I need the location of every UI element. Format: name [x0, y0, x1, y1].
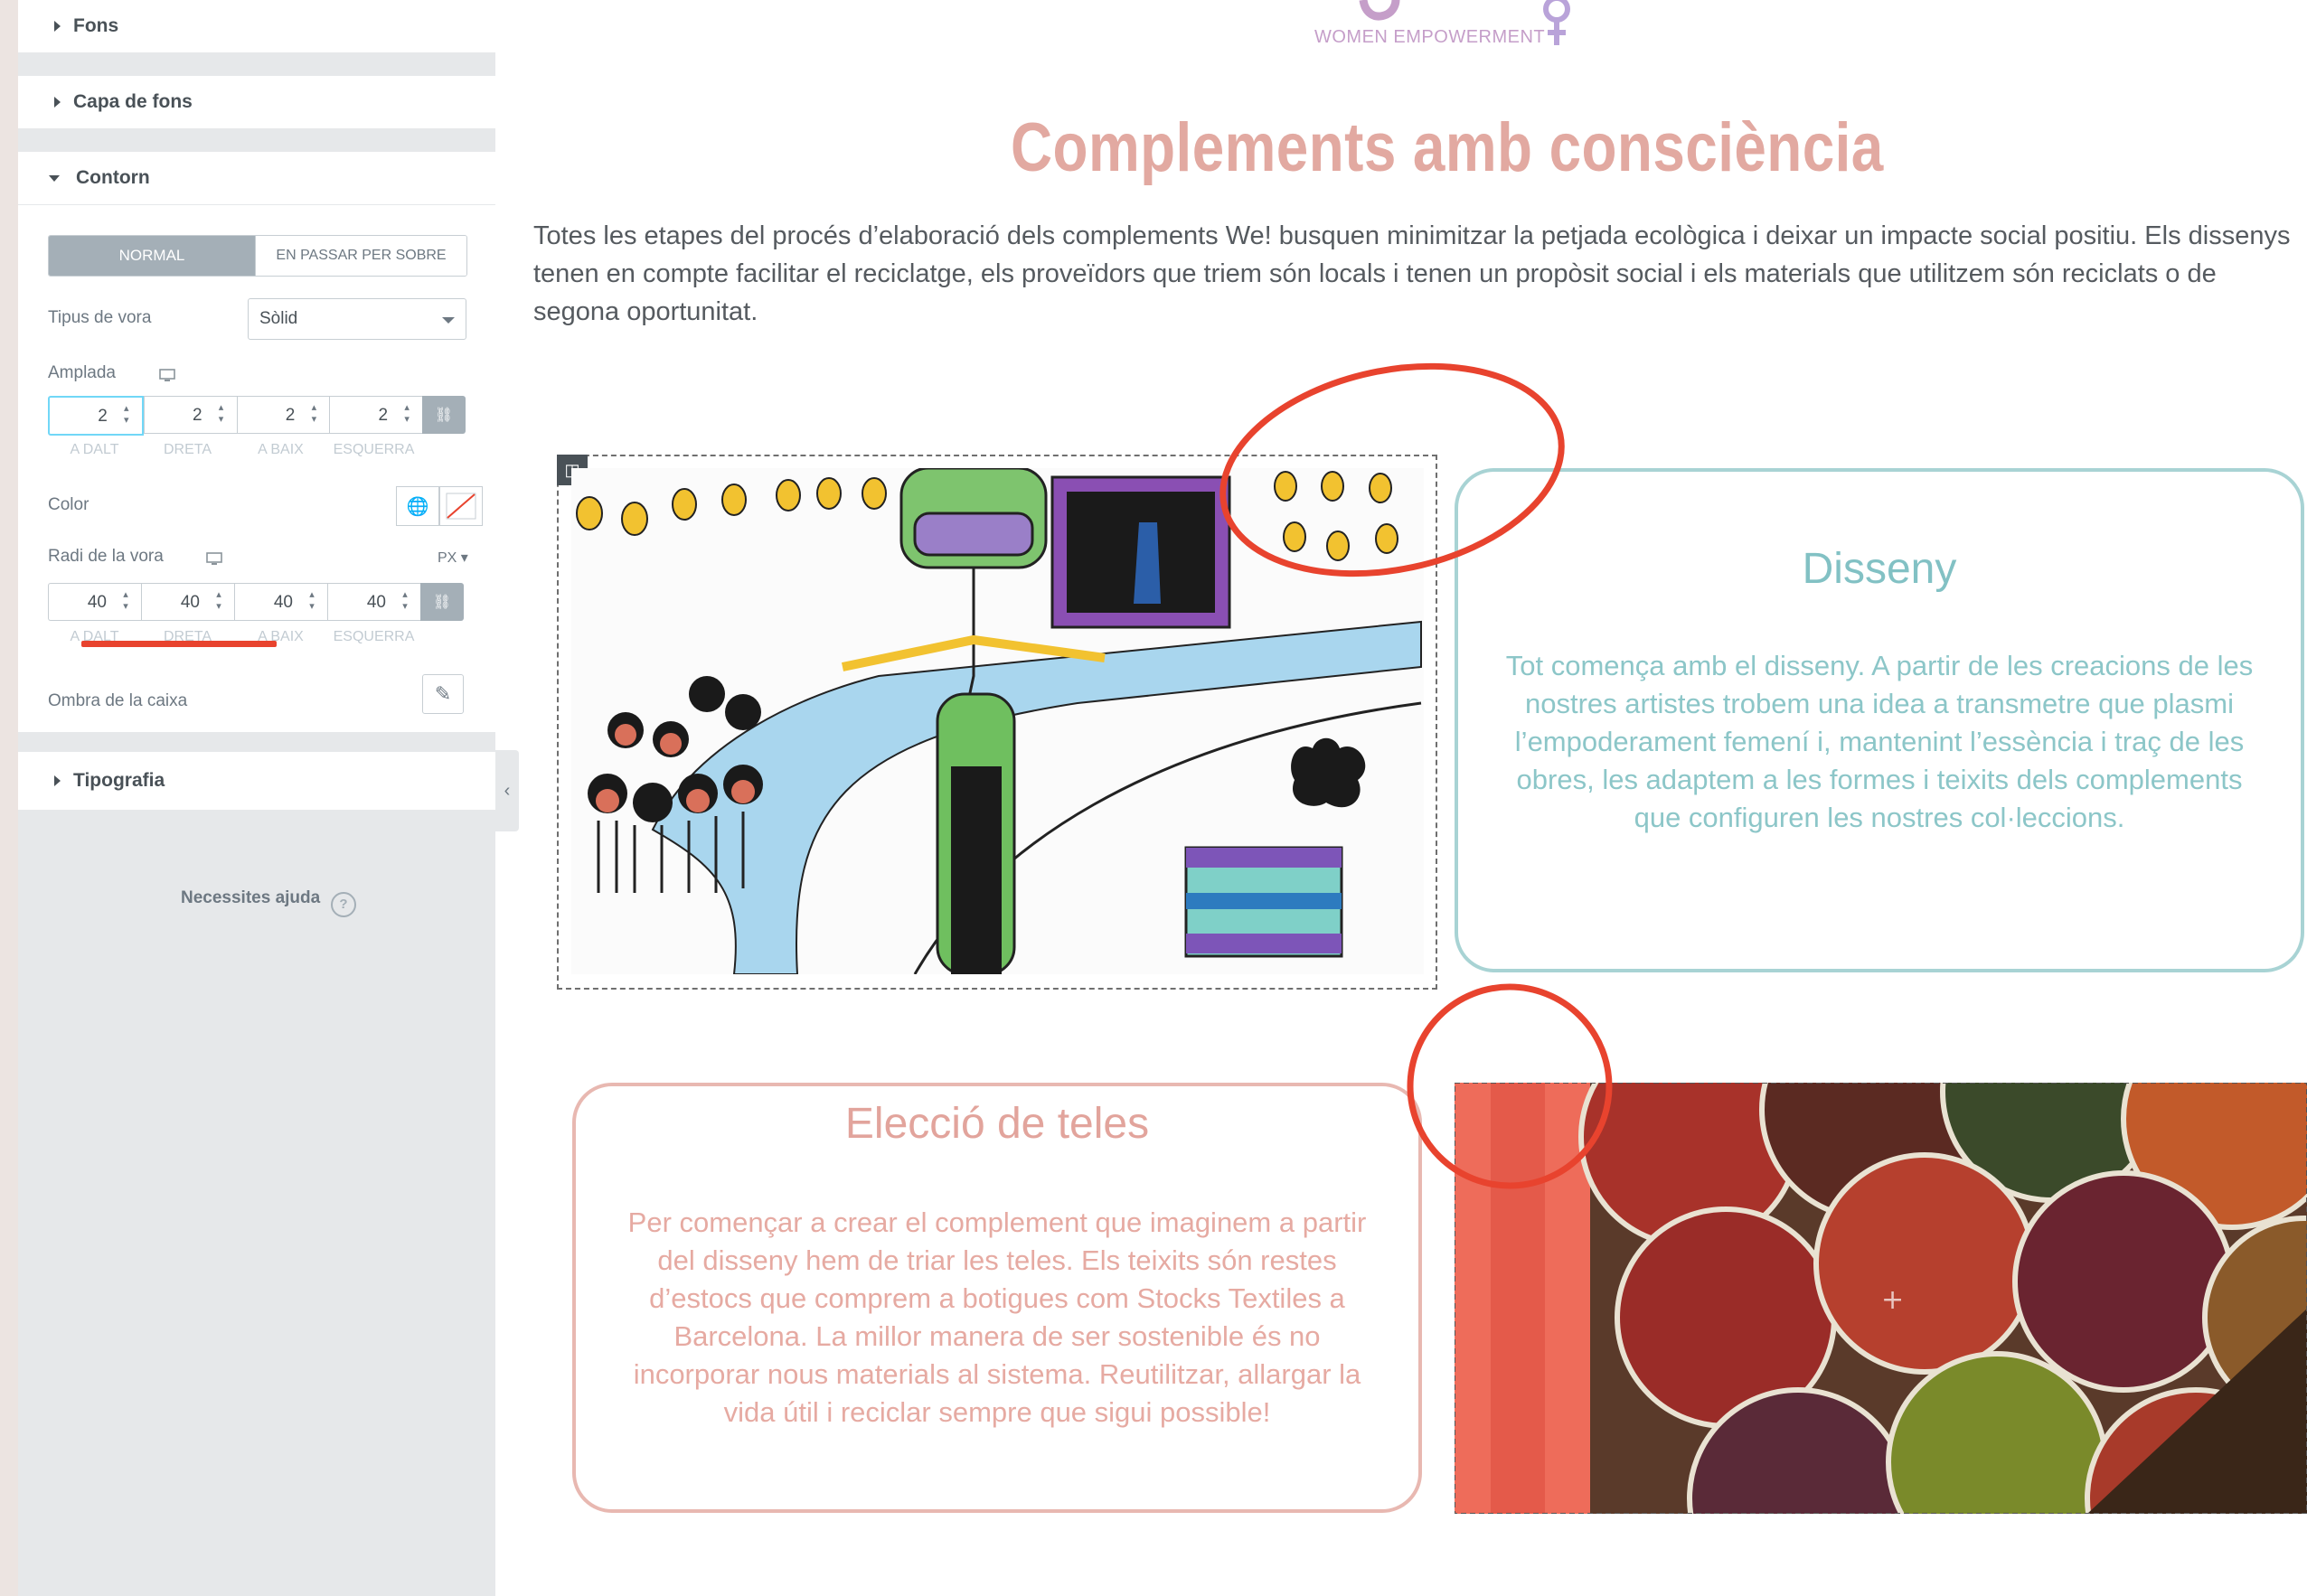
annotation-circle: [1407, 983, 1613, 1189]
collapse-panel-button[interactable]: ‹: [495, 750, 519, 831]
width-left-input[interactable]: 2 ▴ ▾: [329, 396, 423, 434]
global-colors-icon[interactable]: 🌐: [396, 486, 439, 526]
card-text: Per començar a crear el complement que i…: [627, 1206, 1367, 1428]
radius-top-input[interactable]: 40 ▴ ▾: [48, 583, 141, 621]
section-title: Fons: [73, 15, 119, 36]
border-radius-inputs: 40 ▴ ▾ 40 ▴ ▾ 40 ▴ ▾ 40 ▴ ▾ ⛓: [48, 583, 466, 621]
question-icon[interactable]: ?: [331, 892, 356, 917]
border-type-label: Tipus de vora: [48, 308, 152, 327]
annotation-underline: [81, 641, 277, 647]
tab-normal[interactable]: NORMAL: [49, 236, 255, 276]
stepper-icon[interactable]: ▴ ▾: [306, 589, 318, 615]
width-bottom-input[interactable]: 2 ▴ ▾: [236, 396, 330, 434]
width-right-input[interactable]: 2 ▴ ▾: [143, 396, 237, 434]
radius-left-input[interactable]: 40 ▴ ▾: [327, 583, 420, 621]
radius-right-input[interactable]: 40 ▴ ▾: [141, 583, 234, 621]
stepper-icon[interactable]: ▴ ▾: [212, 589, 225, 615]
stepper-icon[interactable]: ▴ ▾: [400, 402, 413, 427]
side-label: DRETA: [163, 442, 212, 457]
card-text: Tot comença amb el disseny. A partir de …: [1505, 650, 2254, 833]
tab-hover[interactable]: EN PASSAR PER SOBRE: [255, 236, 466, 276]
intro-paragraph: Totes les etapes del procés d’elaboració…: [533, 221, 2291, 326]
radius-label: Radi de la vora: [48, 547, 164, 566]
border-type-value: Sòlid: [259, 309, 298, 328]
side-label: A DALT: [70, 442, 119, 457]
section-contorn-header[interactable]: Contorn: [18, 152, 495, 205]
section-tipografia[interactable]: Tipografia: [18, 752, 495, 810]
caret-down-icon: [49, 174, 60, 182]
box-shadow-label: Ombra de la caixa: [48, 691, 188, 710]
link-values-icon[interactable]: ⛓: [422, 396, 466, 434]
unit-select[interactable]: PX ▾: [438, 549, 468, 567]
page-title: Complements amb consciència: [1011, 109, 1884, 186]
desktop-icon[interactable]: [159, 369, 175, 383]
radius-bottom-input[interactable]: 40 ▴ ▾: [234, 583, 327, 621]
section-capa-de-fons[interactable]: Capa de fons: [18, 76, 495, 128]
svg-text:+: +: [1881, 1284, 1904, 1316]
border-type-select[interactable]: Sòlid: [248, 298, 466, 340]
caret-right-icon: [54, 775, 61, 786]
color-picker[interactable]: [439, 486, 483, 526]
state-tabs: NORMAL EN PASSAR PER SOBRE: [48, 235, 467, 277]
stepper-icon[interactable]: ▴ ▾: [215, 402, 228, 427]
caret-right-icon: [54, 97, 61, 108]
border-width-inputs: 2 ▴ ▾ 2 ▴ ▾ 2 ▴ ▾ 2 ▴ ▾ ⛓: [48, 396, 466, 436]
annotation-circle: [1219, 362, 1565, 577]
help-link[interactable]: Necessites ajuda: [181, 888, 320, 908]
side-label: A BAIX: [258, 442, 304, 457]
logo-text: WOMEN EMPOWERMENT: [1314, 27, 1546, 47]
section-title: Contorn: [76, 167, 150, 188]
width-label: Amplada: [48, 363, 116, 382]
caret-right-icon: [54, 21, 61, 32]
edit-pencil-icon[interactable]: ✎: [422, 674, 464, 714]
section-fons[interactable]: Fons: [18, 0, 495, 52]
card-title: Elecció de teles: [844, 1100, 1150, 1148]
section-title: Tipografia: [73, 770, 165, 791]
stepper-icon[interactable]: ▴ ▾: [120, 403, 133, 428]
width-top-input[interactable]: 2 ▴ ▾: [48, 396, 144, 436]
teles-card: Elecció de teles Per començar a crear el…: [572, 1083, 1422, 1513]
stepper-icon[interactable]: ▴ ▾: [119, 589, 132, 615]
disseny-card: Disseny Tot comença amb el disseny. A pa…: [1455, 468, 2304, 972]
color-controls: 🌐: [396, 486, 483, 526]
side-label: ESQUERRA: [333, 442, 415, 457]
link-values-icon[interactable]: ⛓: [420, 583, 464, 621]
desktop-icon[interactable]: [206, 552, 222, 567]
stepper-icon[interactable]: ▴ ▾: [307, 402, 320, 427]
stepper-icon[interactable]: ▴ ▾: [399, 589, 411, 615]
width-side-labels: A DALT DRETA A BAIX ESQUERRA: [48, 442, 422, 458]
section-title: Capa de fons: [73, 91, 193, 112]
editor-sidebar: Fons Capa de fons Contorn NORMAL EN PASS…: [18, 0, 495, 1596]
card-title: Disseny: [1802, 545, 1957, 593]
color-label: Color: [48, 495, 89, 514]
dropdown-arrow-icon: [442, 317, 455, 324]
section-contorn: Contorn NORMAL EN PASSAR PER SOBRE Tipus…: [18, 152, 495, 732]
window-edge: [0, 0, 18, 1596]
side-label: ESQUERRA: [333, 629, 415, 644]
